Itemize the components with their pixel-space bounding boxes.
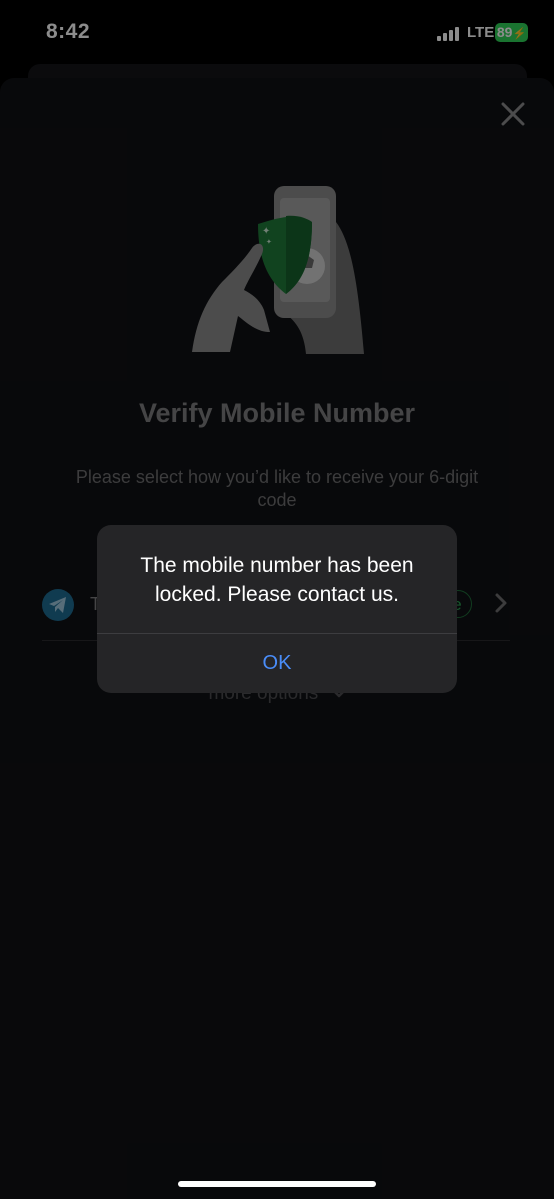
- screen: 8:42 LTE 89⚡ ✦ ✦ Verify Mobile Number Pl…: [0, 0, 554, 1199]
- alert-dialog: The mobile number has been locked. Pleas…: [97, 525, 457, 693]
- alert-message: The mobile number has been locked. Pleas…: [140, 554, 414, 606]
- ok-button[interactable]: OK: [97, 634, 457, 693]
- home-indicator[interactable]: [178, 1181, 376, 1187]
